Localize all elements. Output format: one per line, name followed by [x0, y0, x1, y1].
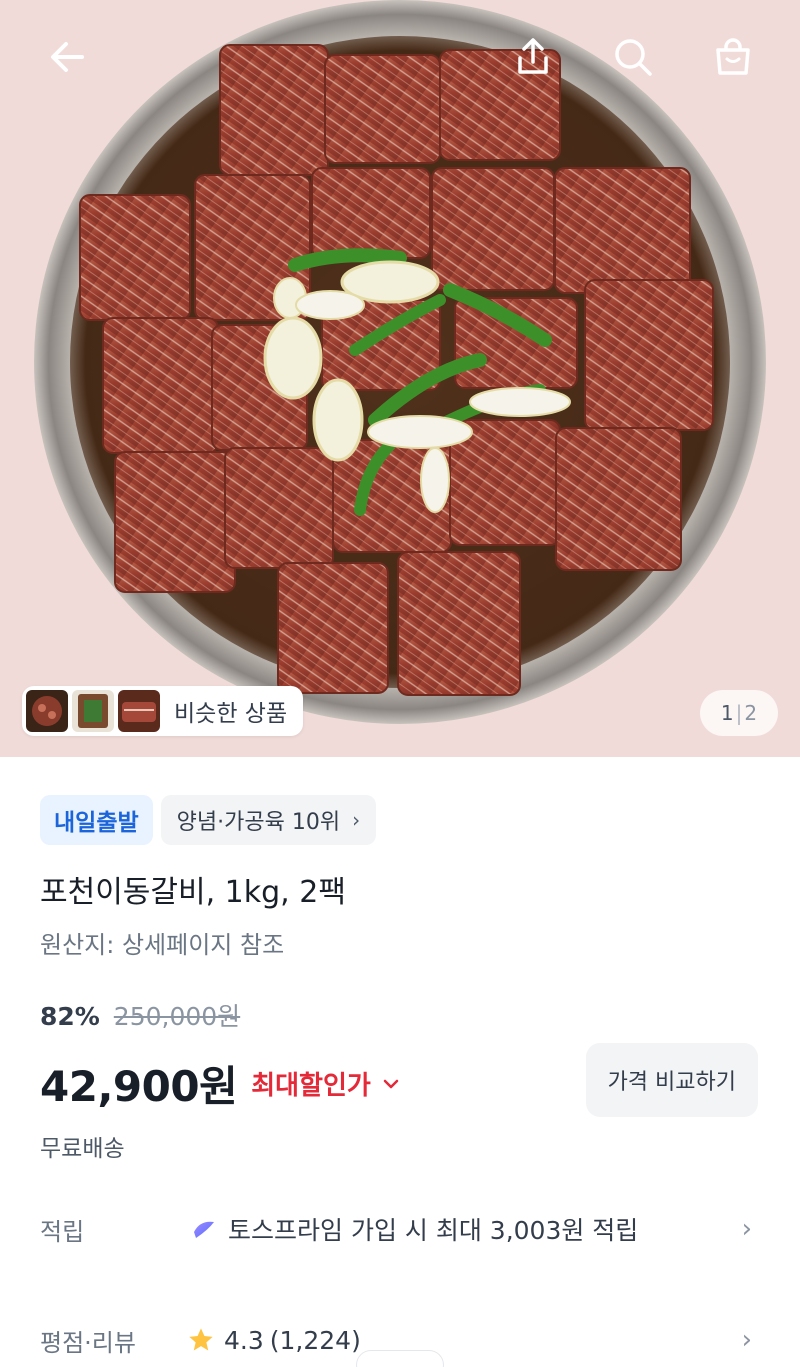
- page-separator: |: [735, 701, 743, 725]
- sale-price: 42,900원: [40, 1062, 238, 1111]
- review-content: 4.3 (1,224): [186, 1326, 361, 1355]
- current-page: 1: [720, 701, 734, 725]
- chevron-right-icon: ›: [741, 1325, 752, 1355]
- search-icon: [615, 39, 652, 76]
- category-rank-badge[interactable]: 양념·가공육 10위 ›: [160, 795, 377, 845]
- reward-row[interactable]: 적립 토스프라임 가입 시 최대 3,003원 적립 ›: [0, 1199, 800, 1259]
- shopping-bag-icon: [716, 38, 750, 75]
- toss-prime-icon: [194, 1221, 214, 1238]
- category-rank-label: 양념·가공육 10위: [176, 810, 341, 835]
- cart-button[interactable]: [706, 30, 760, 84]
- similar-products-label: 비슷한 상품: [174, 701, 288, 727]
- review-label: 평점·리뷰: [40, 1328, 136, 1357]
- similar-product-thumbnail: [72, 690, 114, 732]
- similar-product-thumbnail: [26, 690, 68, 732]
- max-discount-label: 최대할인가: [251, 1071, 371, 1101]
- similar-products-button[interactable]: 비슷한 상품: [22, 686, 304, 736]
- product-title: 포천이동갈비, 1kg, 2팩: [40, 875, 346, 910]
- product-origin: 원산지: 상세페이지 참조: [40, 931, 285, 959]
- reward-text: 토스프라임 가입 시 최대 3,003원 적립: [228, 1216, 639, 1245]
- similar-product-thumbnail: [118, 690, 160, 732]
- discount-row: 82% 250,000원: [40, 997, 240, 1033]
- delivery-badge: 내일출발: [40, 795, 153, 845]
- shipping-info: 무료배송: [40, 1136, 125, 1162]
- max-discount-toggle[interactable]: 최대할인가: [251, 1065, 399, 1102]
- reward-label: 적립: [40, 1217, 85, 1246]
- total-pages: 2: [744, 701, 758, 725]
- reward-content: 토스프라임 가입 시 최대 3,003원 적립: [190, 1211, 638, 1247]
- discount-rate: 82%: [40, 1002, 100, 1031]
- share-button[interactable]: [506, 30, 560, 84]
- product-badges: 내일출발 양념·가공육 10위 ›: [40, 795, 377, 845]
- product-image-gallery[interactable]: 비슷한 상품 1 | 2: [0, 0, 800, 757]
- chevron-down-icon: [383, 1079, 399, 1088]
- price-row: 42,900원 최대할인가: [40, 1053, 399, 1114]
- floating-element-edge: [356, 1350, 444, 1367]
- back-button[interactable]: [40, 30, 94, 84]
- image-page-indicator: 1 | 2: [700, 690, 778, 736]
- arrow-left-icon: [51, 42, 84, 72]
- star-icon: [189, 1328, 213, 1351]
- original-price: 250,000원: [113, 1002, 241, 1031]
- review-count: (1,224): [269, 1325, 361, 1355]
- search-button[interactable]: [606, 30, 660, 84]
- price-compare-button[interactable]: 가격 비교하기: [585, 1043, 758, 1117]
- chevron-right-icon: ›: [741, 1214, 752, 1244]
- chevron-right-icon: ›: [352, 808, 361, 832]
- product-photo: [0, 0, 800, 757]
- review-rating: 4.3: [224, 1325, 264, 1355]
- share-icon: [518, 38, 548, 74]
